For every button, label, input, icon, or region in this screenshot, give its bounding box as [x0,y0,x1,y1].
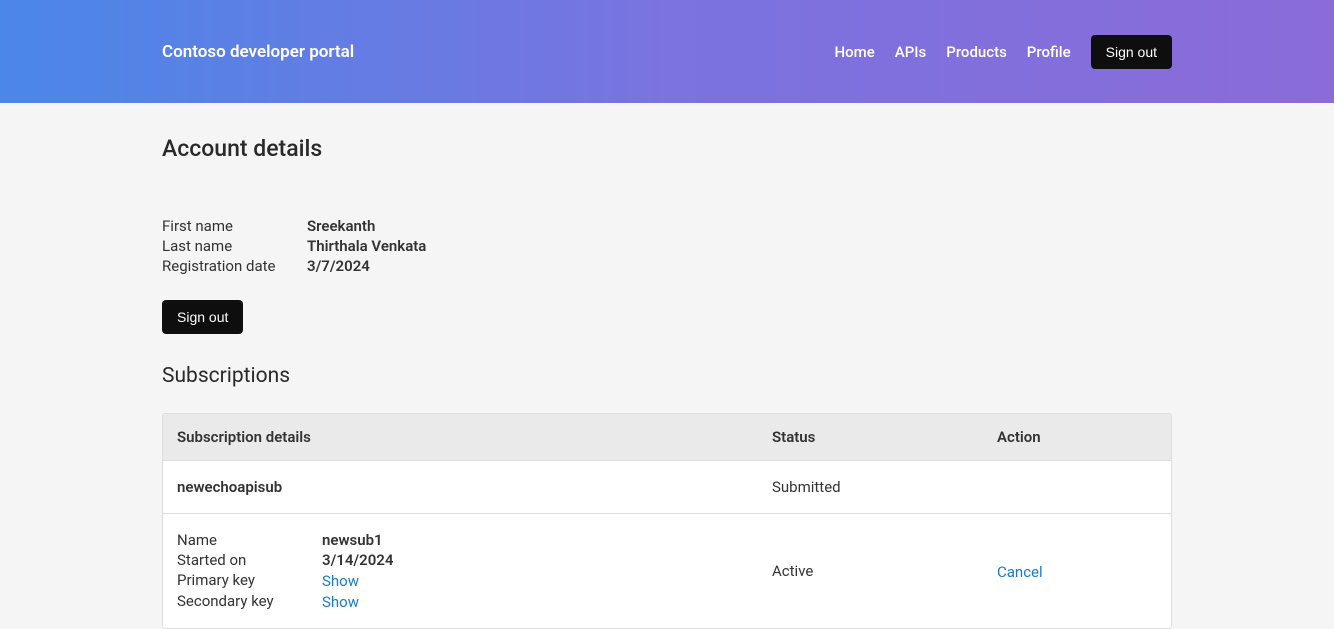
sub-name-value: newsub1 [322,531,772,549]
last-name-label: Last name [162,237,307,255]
col-status: Status [772,428,997,446]
subscription-row: newechoapisub Submitted [163,460,1171,513]
first-name-value: Sreekanth [307,217,1172,235]
top-header: Contoso developer portal Home APIs Produ… [0,0,1334,103]
page-title: Account details [162,135,1172,162]
show-primary-key-link[interactable]: Show [322,572,359,590]
nav-sign-out-button[interactable]: Sign out [1091,35,1172,69]
col-details: Subscription details [177,428,772,446]
subscription-status: Active [772,562,997,580]
subscription-row: Name newsub1 Started on 3/14/2024 Primar… [163,513,1171,628]
nav-apis[interactable]: APIs [895,43,927,61]
sub-primary-key-label: Primary key [177,571,322,590]
account-sign-out-button[interactable]: Sign out [162,300,243,334]
first-name-label: First name [162,217,307,235]
subscription-status: Submitted [772,478,997,496]
brand-title: Contoso developer portal [162,42,354,62]
subscriptions-title: Subscriptions [162,364,1172,388]
subscription-detail-grid: Name newsub1 Started on 3/14/2024 Primar… [177,531,772,611]
subscription-name: newechoapisub [177,478,772,496]
registration-date-label: Registration date [162,257,307,275]
col-action: Action [997,428,1157,446]
sub-started-label: Started on [177,551,322,569]
show-secondary-key-link[interactable]: Show [322,593,359,611]
cancel-subscription-link[interactable]: Cancel [997,563,1043,581]
subscriptions-header-row: Subscription details Status Action [163,414,1171,460]
account-details-grid: First name Sreekanth Last name Thirthala… [162,217,1172,275]
account-sign-out-wrapper: Sign out [162,300,243,334]
nav-profile[interactable]: Profile [1027,43,1071,61]
subscriptions-table: Subscription details Status Action newec… [162,413,1172,629]
sub-name-label: Name [177,531,322,549]
nav-products[interactable]: Products [946,43,1007,61]
sub-secondary-key-label: Secondary key [177,592,322,611]
sub-started-value: 3/14/2024 [322,551,772,569]
last-name-value: Thirthala Venkata [307,237,1172,255]
main-container: Account details First name Sreekanth Las… [0,135,1334,629]
nav-home[interactable]: Home [834,43,874,61]
main-nav: Home APIs Products Profile Sign out [834,35,1172,69]
registration-date-value: 3/7/2024 [307,257,1172,275]
